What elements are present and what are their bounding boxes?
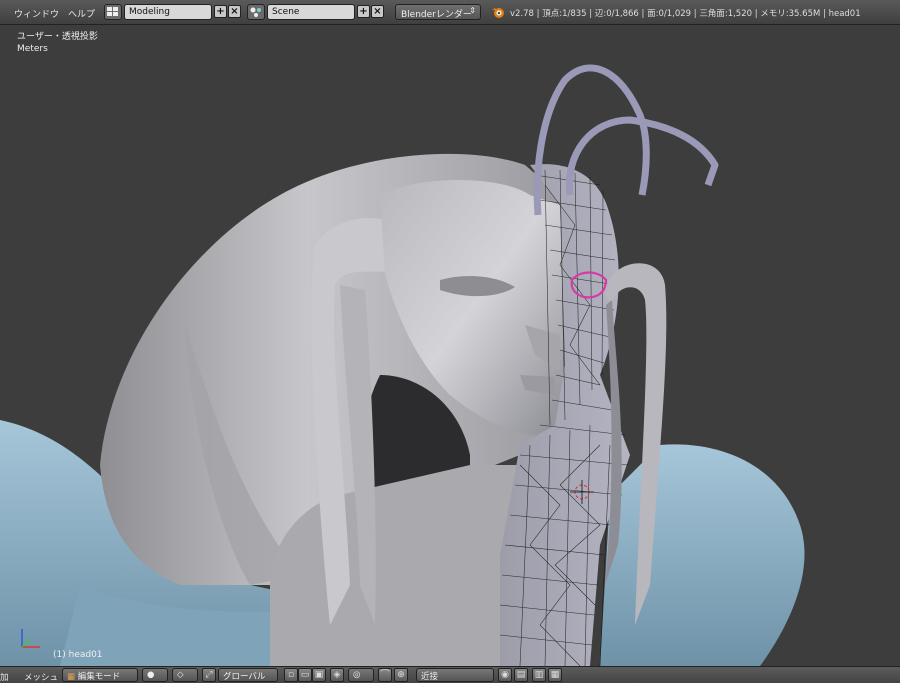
solid-shading-icon: ● xyxy=(147,670,155,680)
scene-statistics: v2.78 | 頂点:1/835 | 辺:0/1,866 | 面:0/1,029… xyxy=(510,9,861,19)
object-name-label: (1) head01 xyxy=(53,650,103,660)
snap-toggle-icon[interactable]: ⊕ xyxy=(394,668,408,682)
remove-scene-button[interactable]: × xyxy=(371,5,384,18)
face-select-icon[interactable]: ▣ xyxy=(312,668,326,682)
mesh-menu[interactable]: メッシュ xyxy=(24,671,58,683)
render-engine-label: Blenderレンダー xyxy=(401,10,472,20)
proportional-edit-icon: ◎ xyxy=(353,670,361,680)
render-engine-select[interactable]: Blenderレンダー ⇕ xyxy=(395,4,481,20)
scene-icon[interactable] xyxy=(247,4,265,20)
mode-label: 編集モード xyxy=(77,672,121,682)
film-icon[interactable]: ▦ xyxy=(548,668,562,682)
snap-target-icon[interactable]: ◉ xyxy=(498,668,512,682)
screen-layout-field[interactable]: Modeling xyxy=(124,4,212,20)
pivot-point-icon: ◇ xyxy=(177,670,184,680)
scene-field[interactable]: Scene xyxy=(267,4,355,20)
edge-select-icon[interactable]: ▭ xyxy=(298,668,312,682)
add-scene-button[interactable]: + xyxy=(357,5,370,18)
pivot-select[interactable]: ◇ xyxy=(172,668,198,682)
snap-label: 近接 xyxy=(421,672,439,682)
blender-logo-icon xyxy=(491,5,505,22)
3d-scene-render xyxy=(0,64,805,666)
add-menu[interactable]: 加 xyxy=(0,671,9,683)
mode-select[interactable]: ▦ 編集モード xyxy=(62,668,138,682)
remove-screen-button[interactable]: × xyxy=(228,5,241,18)
proportional-edit-select[interactable]: ◎ xyxy=(348,668,374,682)
shading-select[interactable]: ● xyxy=(142,668,168,682)
edit-mode-icon: ▦ xyxy=(67,672,76,682)
orientation-label: グローバル xyxy=(223,672,266,682)
view-type-label: ユーザー・透視投影 xyxy=(17,32,98,42)
menu-window[interactable]: ウィンドウ xyxy=(14,7,59,20)
units-label: Meters xyxy=(17,44,48,54)
chevron-updown-icon: ⇕ xyxy=(469,6,476,15)
render-preview-icon[interactable]: ▤ xyxy=(514,668,528,682)
manipulator-icon[interactable]: ⤢ xyxy=(202,668,216,682)
info-header: ウィンドウ ヘルプ Modeling + × Scene + × Blender… xyxy=(0,0,900,25)
falloff-icon[interactable]: ⌒ xyxy=(378,668,392,682)
3d-view-header: 加 メッシュ ▦ 編集モード ● ◇ ⤢ グローバル ▫ ▭ ▣ ◈ ◎ ⌒ ⊕… xyxy=(0,666,900,683)
menu-help[interactable]: ヘルプ xyxy=(68,7,95,20)
add-screen-button[interactable]: + xyxy=(214,5,227,18)
snap-element-select[interactable]: 近接 xyxy=(416,668,494,682)
layout-grid-icon[interactable] xyxy=(104,4,122,20)
camera-icon[interactable]: ▥ xyxy=(532,668,546,682)
vertex-select-icon[interactable]: ▫ xyxy=(284,668,298,682)
3d-viewport[interactable]: ユーザー・透視投影 Meters (1) head01 xyxy=(0,25,900,666)
limit-selection-icon[interactable]: ◈ xyxy=(330,668,344,682)
transform-orientation-select[interactable]: グローバル xyxy=(218,668,278,682)
